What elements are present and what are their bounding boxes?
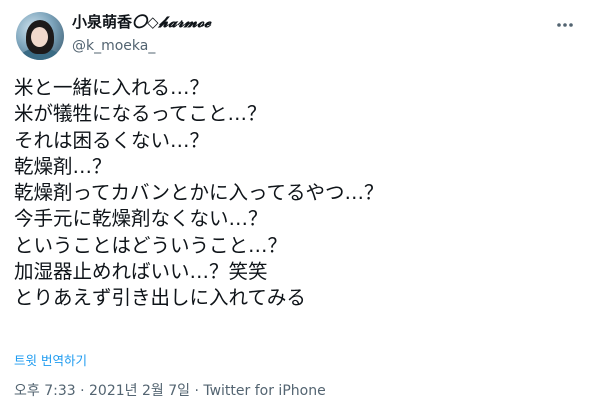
tweet-line: 乾燥剤ってカバンとかに入ってるやつ…？ [14,181,384,205]
tweet-metadata: 오후 7:33 · 2021년 2월 7일 · Twitter for iPho… [14,380,326,400]
more-options-icon [555,15,575,35]
display-name-decoration: 〇◇𝓱𝓪𝓻𝓶𝓸𝓮 [132,13,211,31]
tweet-line: とりあえず引き出しに入れてみる [14,286,306,310]
author-block: 小泉萌香〇◇𝓱𝓪𝓻𝓶𝓸𝓮 @k_moeka_ [72,12,211,56]
display-name-main: 小泉萌香 [72,13,133,31]
tweet-source[interactable]: Twitter for iPhone [203,383,325,399]
tweet-text: 米と一緒に入れる…？ 米が犠牲になるってこと…？ それは困るくない…？ 乾燥剤…… [14,75,574,312]
tweet-line: ということはどういうこと…？ [14,233,288,257]
display-name[interactable]: 小泉萌香〇◇𝓱𝓪𝓻𝓶𝓸𝓮 [72,12,211,32]
meta-separator: · [80,383,85,399]
tweet-line: 今手元に乾燥剤なくない…？ [14,207,268,231]
tweet-card: 小泉萌香〇◇𝓱𝓪𝓻𝓶𝓸𝓮 @k_moeka_ 米と一緒に入れる…？ 米が犠牲にな… [0,0,592,411]
tweet-line: それは困るくない…？ [14,128,210,152]
tweet-time[interactable]: 오후 7:33 [14,383,76,399]
tweet-line: 乾燥剤…？ [14,154,112,178]
avatar-face [31,27,48,47]
tweet-line: 米が犠牲になるってこと…？ [14,102,267,126]
tweet-line: 米と一緒に入れる…？ [14,76,210,99]
more-options-button[interactable] [550,10,580,40]
meta-separator: · [194,383,199,399]
tweet-date[interactable]: 2021년 2월 7일 [89,383,190,399]
avatar[interactable] [16,12,64,60]
tweet-line: 加湿器止めればいい…？笑笑 [14,260,268,284]
user-handle[interactable]: @k_moeka_ [72,37,211,56]
translate-tweet-link[interactable]: 트윗 번역하기 [14,350,87,369]
